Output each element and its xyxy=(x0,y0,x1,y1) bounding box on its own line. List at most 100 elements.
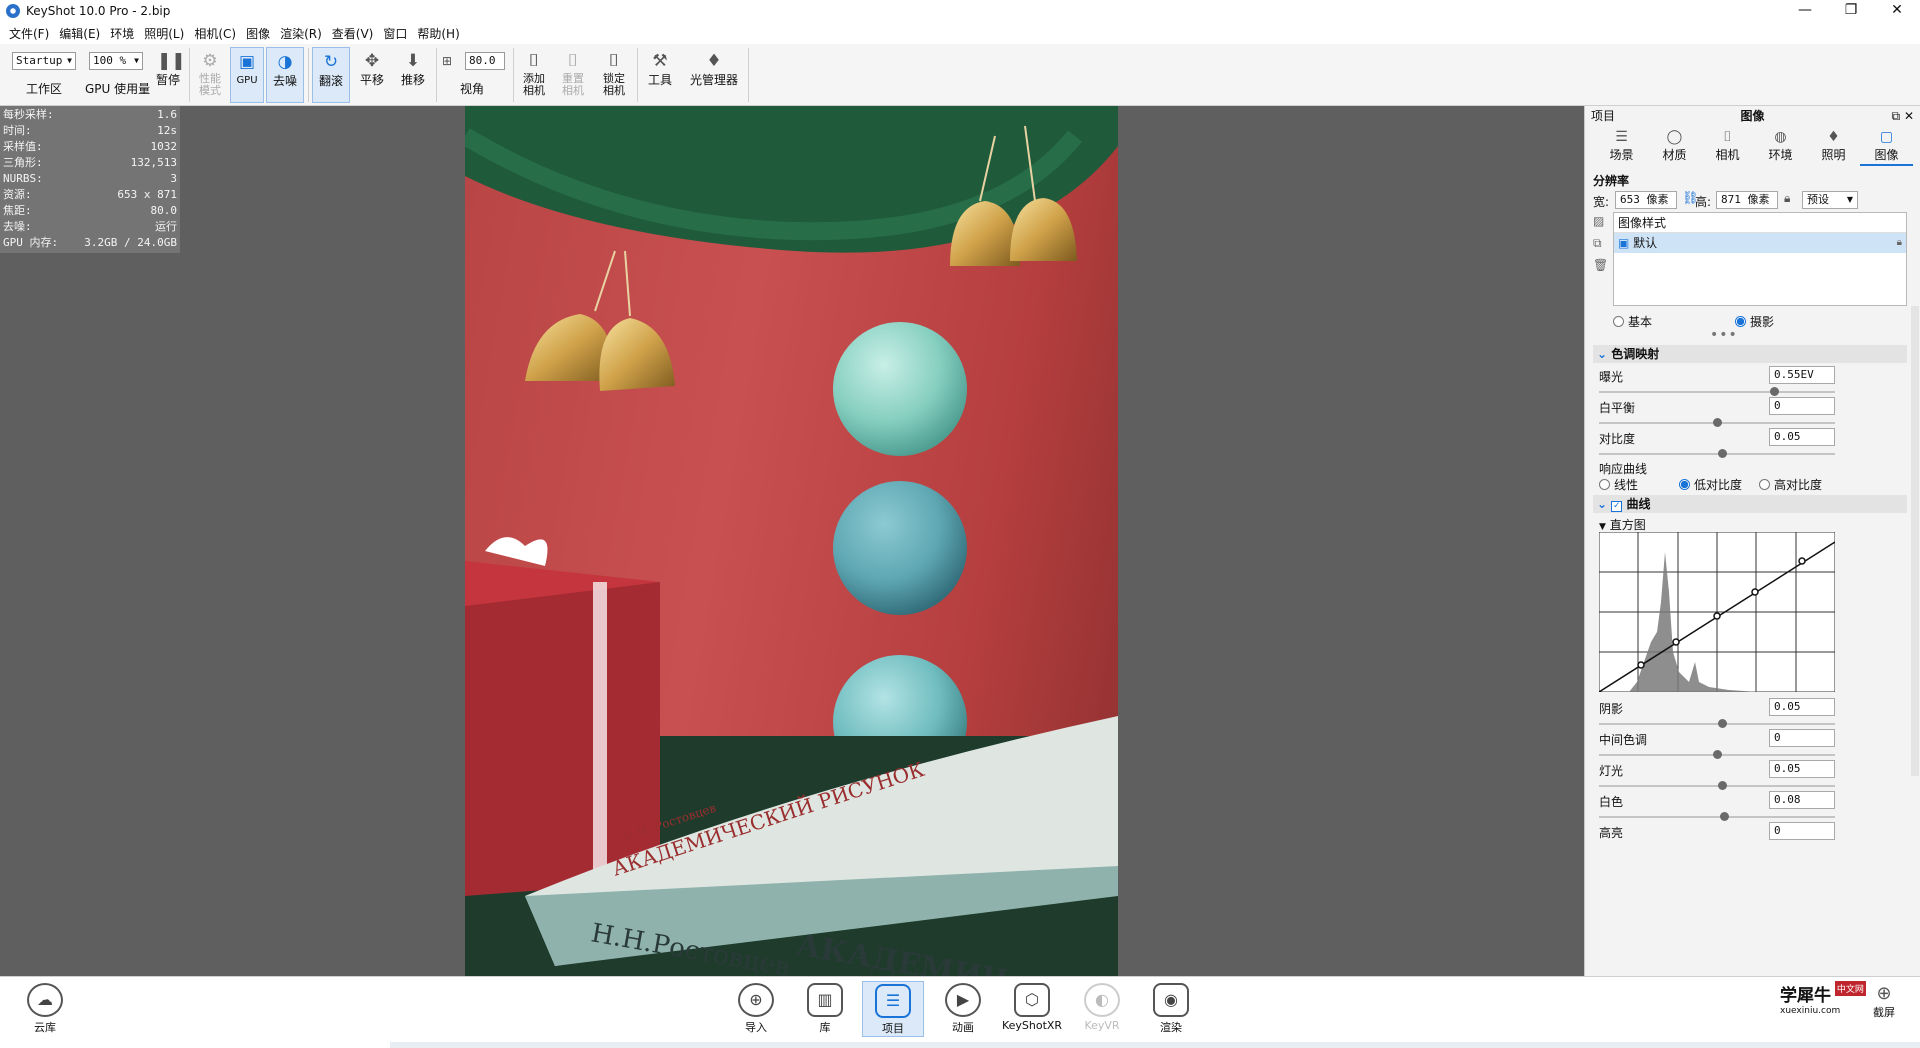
shadows-label: 阴影 xyxy=(1599,702,1624,716)
light-bulb-icon: ♦ xyxy=(706,51,722,71)
render-button[interactable]: ◉ 渲染 xyxy=(1140,981,1202,1037)
new-style-icon[interactable]: ▨ xyxy=(1593,214,1604,228)
mode-basic-radio[interactable]: 基本 xyxy=(1613,313,1652,330)
curve-point-handle[interactable] xyxy=(1751,588,1759,596)
menu-file[interactable]: 文件(F) xyxy=(4,25,54,42)
lights-input[interactable]: 0.05 xyxy=(1769,760,1835,778)
dolly-button[interactable]: ⬇ 推移 xyxy=(394,47,432,103)
toolbar-divider xyxy=(513,48,514,102)
add-camera-button[interactable]: ⌷ 添加 相机 xyxy=(516,47,552,103)
cloud-library-button[interactable]: ☁ 云库 xyxy=(14,981,76,1037)
menu-image[interactable]: 图像 xyxy=(241,25,275,42)
menu-render[interactable]: 渲染(R) xyxy=(275,25,327,42)
float-panel-icon[interactable]: ⧉ xyxy=(1892,109,1901,123)
minimize-button[interactable]: — xyxy=(1782,0,1828,22)
shadows-input[interactable]: 0.05 xyxy=(1769,698,1835,716)
highlights-input[interactable]: 0 xyxy=(1769,822,1835,840)
curve-point-handle[interactable] xyxy=(1798,557,1806,565)
cube-icon: ⬡ xyxy=(1014,983,1050,1017)
exposure-slider-thumb[interactable] xyxy=(1769,387,1779,396)
menu-window[interactable]: 窗口 xyxy=(378,25,412,42)
denoise-toggle-button[interactable]: ◑ 去噪 xyxy=(266,47,304,103)
gpu-toggle-button[interactable]: ▣ GPU xyxy=(230,47,264,103)
pause-button[interactable]: ❚❚ 暂停 xyxy=(152,47,186,103)
menu-lighting[interactable]: 照明(L) xyxy=(139,25,189,42)
animation-button[interactable]: ▶ 动画 xyxy=(932,981,994,1037)
tumble-button[interactable]: ↻ 翻滚 xyxy=(312,47,350,103)
tab-environment[interactable]: ◍ 环境 xyxy=(1754,126,1807,166)
reset-camera-button[interactable]: ⌷ 重置 相机 xyxy=(555,47,591,103)
chevron-down-icon: ⌄ xyxy=(1597,347,1608,361)
menu-view[interactable]: 查看(V) xyxy=(327,25,379,42)
pan-button[interactable]: ✥ 平移 xyxy=(353,47,391,103)
exposure-input[interactable]: 0.55EV xyxy=(1769,366,1835,384)
curve-point-handle[interactable] xyxy=(1672,638,1680,646)
keyshotxr-button[interactable]: ⬡ KeyShotXR xyxy=(1001,981,1063,1037)
tonemap-section-header[interactable]: ⌄ 色调映射 xyxy=(1593,345,1907,363)
import-button[interactable]: ⊕ 导入 xyxy=(725,981,787,1037)
lock-icon[interactable]: 🔒︎ xyxy=(1784,191,1790,206)
tools-button[interactable]: ⚒ 工具 xyxy=(642,47,678,103)
mode-photo-radio[interactable]: 摄影 xyxy=(1735,313,1774,330)
contrast-slider-thumb[interactable] xyxy=(1717,449,1727,458)
cpu-usage-select[interactable]: 100 % ▼ xyxy=(89,52,143,70)
bell-icon xyxy=(599,318,675,391)
midtones-slider-thumb[interactable] xyxy=(1713,750,1722,759)
light-manager-button[interactable]: ♦ 光管理器 xyxy=(684,47,744,103)
close-panel-icon[interactable]: ✕ xyxy=(1904,109,1914,123)
screenshot-icon: ⊕ xyxy=(1876,983,1892,1004)
lights-slider-thumb[interactable] xyxy=(1717,781,1727,790)
triangle-down-icon: ▼ xyxy=(1599,522,1606,532)
curve-high-contrast-radio[interactable]: 高对比度 xyxy=(1759,476,1822,493)
curve-histogram-editor[interactable] xyxy=(1599,532,1835,692)
curve-low-contrast-radio[interactable]: 低对比度 xyxy=(1679,476,1742,493)
delete-style-icon[interactable]: 🗑︎ xyxy=(1593,258,1608,272)
tab-image[interactable]: ▢ 图像 xyxy=(1860,126,1913,166)
white-balance-input[interactable]: 0 xyxy=(1769,397,1835,415)
menu-edit[interactable]: 编辑(E) xyxy=(54,25,105,42)
field-of-view-input[interactable]: 80.0 xyxy=(465,52,505,70)
style-item-default[interactable]: ▣ 默认 🔒︎ xyxy=(1614,233,1906,253)
curves-section-header[interactable]: ⌄ ✓ 曲线 xyxy=(1593,495,1907,513)
panel-scrollbar[interactable] xyxy=(1911,306,1919,776)
white-balance-slider-thumb[interactable] xyxy=(1713,418,1722,427)
whites-slider-thumb[interactable] xyxy=(1720,812,1730,821)
workspace-select[interactable]: Startup ▼ xyxy=(12,52,76,70)
duplicate-style-icon[interactable]: ⧉ xyxy=(1593,236,1602,251)
screenshot-button[interactable]: ⊕ 截屏 xyxy=(1862,983,1906,1020)
menu-environment[interactable]: 环境 xyxy=(105,25,139,42)
project-button[interactable]: ☰ 项目 xyxy=(862,981,924,1037)
preset-dropdown[interactable]: 预设 ▼ xyxy=(1802,191,1858,209)
curve-point-handle[interactable] xyxy=(1637,661,1645,669)
whites-slider[interactable] xyxy=(1599,816,1835,818)
curves-enable-checkbox[interactable]: ✓ xyxy=(1611,501,1623,512)
teal-sphere xyxy=(833,481,967,615)
lock-camera-button[interactable]: ⌷ 锁定 相机 xyxy=(596,47,632,103)
tab-material[interactable]: ◯ 材质 xyxy=(1648,126,1701,166)
menu-camera[interactable]: 相机(C) xyxy=(189,25,241,42)
gift-box xyxy=(465,582,660,896)
tab-scene[interactable]: ☰ 场景 xyxy=(1595,126,1648,166)
height-input[interactable]: 871 像素 xyxy=(1716,191,1778,209)
whites-input[interactable]: 0.08 xyxy=(1769,791,1835,809)
more-dots-icon[interactable]: ••• xyxy=(1710,327,1738,343)
curve-point-handle[interactable] xyxy=(1713,612,1721,620)
histogram-toggle[interactable]: ▼ 直方图 xyxy=(1599,516,1646,533)
tab-camera[interactable]: ⌷ 相机 xyxy=(1701,126,1754,166)
curve-linear-radio[interactable]: 线性 xyxy=(1599,476,1638,493)
width-input[interactable]: 653 像素 xyxy=(1615,191,1677,209)
menu-help[interactable]: 帮助(H) xyxy=(412,25,464,42)
maximize-button[interactable]: ❐ xyxy=(1828,0,1874,22)
exposure-slider[interactable] xyxy=(1599,391,1835,393)
shadows-slider-thumb[interactable] xyxy=(1717,719,1727,728)
library-button[interactable]: ▥ 库 xyxy=(794,981,856,1037)
real-time-viewport[interactable]: 每秒采样: 1.6 时间: 12s 采样值: 1032 三角形: 132,513 NUR… xyxy=(0,106,1584,976)
menu-bar: 文件(F) 编辑(E) 环境 照明(L) 相机(C) 图像 渲染(R) 查看(V… xyxy=(0,22,1920,44)
performance-mode-button[interactable]: ⚙ 性能 模式 xyxy=(192,47,228,103)
contrast-input[interactable]: 0.05 xyxy=(1769,428,1835,446)
cpu-usage-label: GPU 使用量 xyxy=(85,82,151,96)
tab-lighting[interactable]: ♦ 照明 xyxy=(1807,126,1860,166)
close-button[interactable]: ✕ xyxy=(1874,0,1920,22)
keyvr-button[interactable]: ◐ KeyVR xyxy=(1071,981,1133,1037)
midtones-input[interactable]: 0 xyxy=(1769,729,1835,747)
